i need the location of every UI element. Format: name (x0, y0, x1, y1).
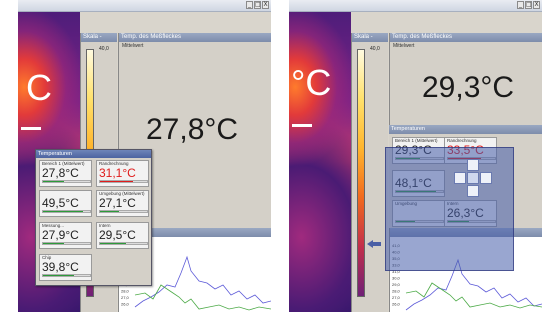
spot-temperature-subtitle: Mittelwert (122, 43, 144, 49)
spot-temperature-panel: Temp. des Meßfleckes Mittelwert 29,3°C (389, 33, 542, 125)
scale-panel-header[interactable]: Skala - (81, 33, 117, 42)
temperatures-floating-window[interactable]: Temperaturen Bereich 1 (Mittelwert) 27,8°… (35, 149, 152, 286)
graph-y-tick-label: 27,0 (121, 295, 130, 300)
temperature-tile-bar-fill (43, 211, 83, 212)
dock-right-button[interactable] (480, 172, 492, 184)
temperature-tile-value: 27,1°C (99, 196, 136, 210)
temperature-tile-value: 29,5°C (99, 228, 136, 242)
temperature-tile-bar-fill (43, 243, 65, 244)
close-button[interactable]: X (533, 1, 540, 9)
dock-top-button[interactable] (467, 159, 479, 171)
temperature-tile-value: 27,9°C (42, 228, 79, 242)
window-titlebar: _ □ X (18, 0, 271, 12)
screenshot-left: _ □ X C Skala - 40,0 Temp. des Meßflecke… (18, 0, 271, 312)
temperature-tile-bar (99, 242, 148, 245)
screenshot-right: _ □ X °C Skala - 40,0 Temp. des Meßfleck… (289, 0, 542, 312)
thermal-image[interactable]: °C (289, 12, 351, 312)
temperature-tile-value: 49,5°C (42, 196, 79, 210)
temperatures-window-title[interactable]: Temperaturen (36, 150, 151, 158)
temperature-tile-bar (99, 180, 148, 183)
temperature-tile-value: 31,1°C (99, 166, 136, 180)
temperature-tile-bar (42, 274, 91, 277)
temperature-tile[interactable]: 49,5°C (39, 190, 92, 217)
temperatures-panel-header[interactable]: Temperaturen (389, 125, 542, 134)
temperature-tile[interactable]: Chip 39,8°C (39, 254, 92, 281)
temperature-tile-bar-fill (43, 275, 74, 276)
spot-temperature-value: 27,8°C (146, 113, 239, 146)
temperature-tile-bar (99, 210, 148, 213)
minimize-button[interactable]: _ (246, 1, 253, 9)
graph-series-green (405, 282, 542, 309)
temperature-tile-value: 39,8°C (42, 260, 79, 274)
temperature-tile-bar (42, 180, 91, 183)
spot-temperature-header[interactable]: Temp. des Meßfleckes (390, 33, 542, 42)
graph-y-tick-label: 26,0 (121, 302, 130, 307)
graph-y-tick-label: 28,0 (121, 289, 130, 294)
temperature-tile-bar-fill (100, 211, 119, 212)
temperature-tile[interactable]: Bereich 1 (Mittelwert) 27,8°C (39, 160, 92, 187)
thermal-overlay-text: °C (291, 62, 332, 103)
thermal-overlay-dash (292, 124, 312, 127)
dock-left-arrow-icon (367, 240, 381, 248)
spot-temperature-subtitle: Mittelwert (393, 43, 415, 49)
minimize-button[interactable]: _ (517, 1, 524, 9)
scale-panel-header[interactable]: Skala - (352, 33, 388, 42)
graph-y-tick-label: 26,0 (392, 302, 401, 307)
temperature-tile[interactable]: Umgebung (Mittelwert) 27,1°C (96, 190, 149, 217)
graph-y-tick-label: 27,0 (392, 295, 401, 300)
scale-top-label: 40,0 (370, 46, 380, 52)
temperature-tile[interactable]: Messung... 27,9°C (39, 222, 92, 249)
scale-panel: Skala - 40,0 (351, 33, 388, 312)
spot-temperature-header[interactable]: Temp. des Meßfleckes (119, 33, 271, 42)
graph-y-tick-label: 28,0 (392, 289, 401, 294)
maximize-button[interactable]: □ (254, 1, 261, 9)
temperature-tile-bar (42, 242, 91, 245)
spot-temperature-value: 29,3°C (422, 71, 515, 104)
dock-left-button[interactable] (454, 172, 466, 184)
temperature-tile-bar-fill (100, 181, 133, 182)
dock-compass-icon[interactable] (452, 159, 494, 197)
temperature-tile-bar-fill (100, 243, 126, 244)
temperature-tile-bar-fill (43, 181, 65, 182)
temperature-tile[interactable]: Randrechnung 31,1°C (96, 160, 149, 187)
graph-series-blue (134, 255, 271, 308)
temperature-tile-value: 27,8°C (42, 166, 79, 180)
window-titlebar: _ □ X (289, 0, 542, 12)
color-scale-bar (357, 49, 365, 297)
dock-bottom-button[interactable] (467, 185, 479, 197)
scale-top-label: 40,0 (99, 46, 109, 52)
graph-y-tick-label: 30,0 (392, 276, 401, 281)
close-button[interactable]: X (262, 1, 269, 9)
dock-preview-overlay (385, 147, 514, 271)
graph-y-tick-label: 29,0 (392, 282, 401, 287)
thermal-overlay-dash (21, 127, 41, 130)
temperature-tile[interactable]: Intern 29,5°C (96, 222, 149, 249)
thermal-overlay-text: C (26, 67, 52, 108)
temperature-tile-bar (42, 210, 91, 213)
maximize-button[interactable]: □ (525, 1, 532, 9)
dock-center-button[interactable] (467, 172, 479, 184)
